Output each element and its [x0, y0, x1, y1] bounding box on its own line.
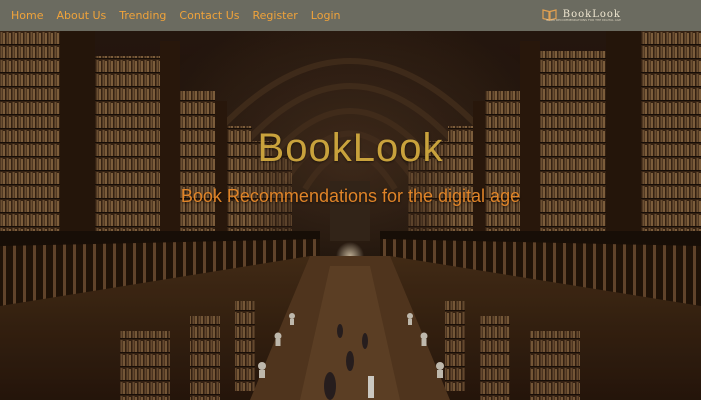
nav-about-us-link[interactable]: About Us — [56, 9, 106, 22]
nav-home-link[interactable]: Home — [11, 9, 43, 22]
hero-title: BookLook — [257, 126, 444, 170]
nav-login-link[interactable]: Login — [311, 9, 341, 22]
brand-logo[interactable]: BookLook BOOK RECOMMENDATIONS FOR THE DI… — [542, 8, 621, 22]
nav-links: Home About Us Trending Contact Us Regist… — [11, 0, 340, 31]
library-hall-photo — [0, 31, 701, 400]
nav-trending-link[interactable]: Trending — [119, 9, 166, 22]
nav-register-link[interactable]: Register — [253, 9, 298, 22]
brand-tagline: BOOK RECOMMENDATIONS FOR THE DIGITAL AGE — [546, 18, 621, 22]
nav-contact-us-link[interactable]: Contact Us — [179, 9, 239, 22]
hero-subtitle: Book Recommendations for the digital age — [180, 186, 521, 206]
top-navbar: Home About Us Trending Contact Us Regist… — [0, 0, 701, 31]
hero-section: BookLook Book Recommendations for the di… — [0, 31, 701, 400]
